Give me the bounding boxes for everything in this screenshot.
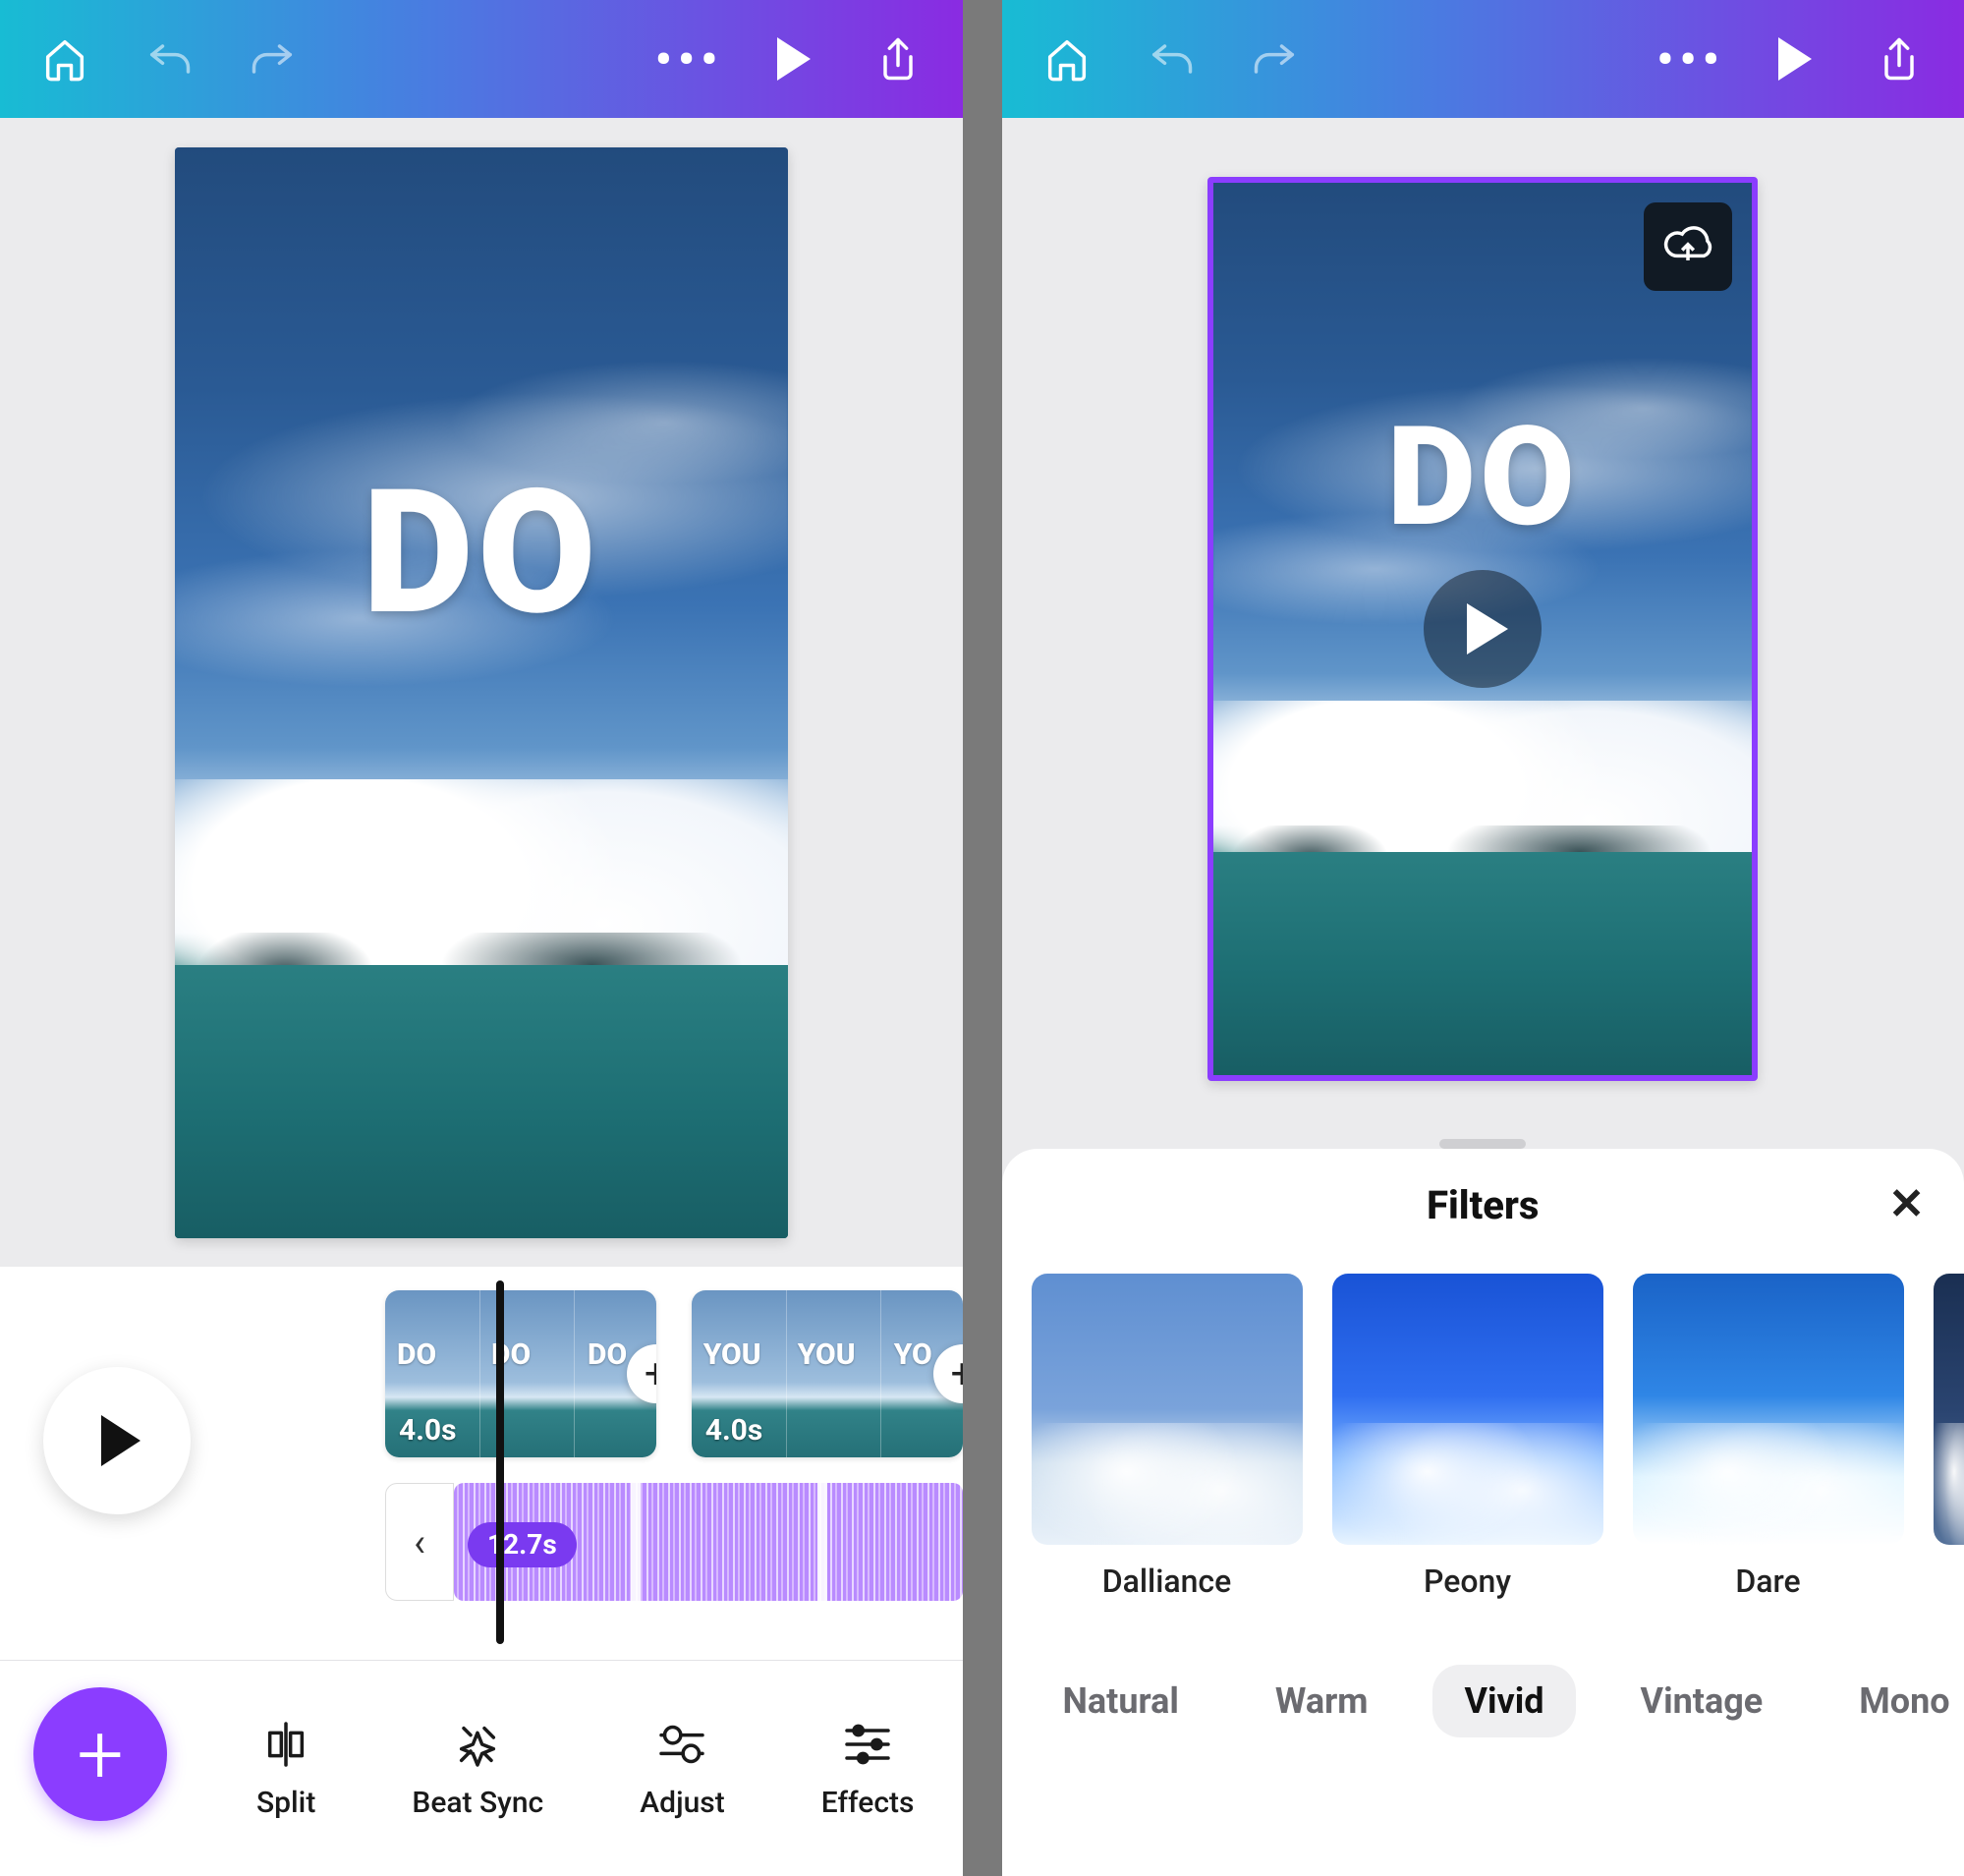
filter-swatch-row[interactable]: Dalliance Peony Dare — [1002, 1228, 1964, 1610]
beatsync-icon — [450, 1717, 505, 1772]
adjust-icon — [654, 1717, 709, 1772]
filter-category-row[interactable]: Natural Warm Vivid Vintage Mono — [1002, 1610, 1964, 1737]
audio-duration-pill: 12.7s — [468, 1522, 577, 1567]
home-icon[interactable] — [1038, 29, 1096, 88]
sheet-handle-area[interactable] — [1002, 1127, 1964, 1149]
filter-thumb — [1633, 1274, 1904, 1545]
category-natural[interactable]: Natural — [1032, 1665, 1210, 1737]
undo-icon[interactable] — [140, 29, 198, 88]
split-icon — [258, 1717, 313, 1772]
audio-track-row: ‹ 12.7s — [385, 1483, 963, 1601]
close-icon[interactable]: ✕ — [1888, 1178, 1925, 1229]
clips-row: DO DO DO 4.0s + YOU YOU YO 4.0s + — [385, 1290, 963, 1467]
filters-title: Filters — [1002, 1182, 1964, 1228]
clip-duration: 4.0s — [399, 1413, 457, 1448]
playhead[interactable] — [496, 1280, 504, 1644]
video-preview[interactable]: DO — [175, 147, 788, 1238]
category-vivid[interactable]: Vivid — [1432, 1665, 1575, 1737]
play-icon[interactable] — [764, 29, 823, 88]
preview-play-button[interactable] — [1424, 570, 1542, 688]
canvas-stage: DO — [0, 118, 963, 1267]
add-clip-button[interactable]: + — [627, 1344, 656, 1403]
filter-swatch-more[interactable] — [1934, 1274, 1964, 1600]
filter-thumb — [1934, 1274, 1964, 1545]
tool-beatsync[interactable]: Beat Sync — [412, 1717, 543, 1820]
timeline-play-button[interactable] — [43, 1367, 191, 1514]
category-warm[interactable]: Warm — [1244, 1665, 1400, 1737]
share-icon[interactable] — [1870, 29, 1929, 88]
more-icon[interactable]: ••• — [660, 29, 719, 88]
clip-duration: 4.0s — [705, 1413, 763, 1448]
video-preview-selected[interactable]: DO — [1207, 177, 1758, 1081]
timeline-panel: DO DO DO 4.0s + YOU YOU YO 4.0s + — [0, 1267, 963, 1876]
undo-icon[interactable] — [1142, 29, 1201, 88]
cloud-upload-icon[interactable] — [1644, 202, 1732, 291]
overlay-text: DO — [1213, 397, 1752, 558]
filter-swatch-peony[interactable]: Peony — [1332, 1274, 1603, 1600]
canvas-stage: DO — [1002, 118, 1964, 1127]
home-icon[interactable] — [35, 29, 94, 88]
effects-icon — [840, 1717, 895, 1772]
filter-swatch-dalliance[interactable]: Dalliance — [1032, 1274, 1303, 1600]
audio-track[interactable]: 12.7s — [454, 1483, 963, 1601]
filter-thumb — [1032, 1274, 1303, 1545]
category-mono[interactable]: Mono — [1827, 1665, 1964, 1737]
tool-adjust[interactable]: Adjust — [640, 1717, 724, 1820]
add-clip-button[interactable]: + — [933, 1344, 963, 1403]
audio-prev-button[interactable]: ‹ — [385, 1483, 454, 1601]
tool-split[interactable]: Split — [256, 1717, 315, 1820]
screenshot-divider — [963, 0, 1002, 1876]
bottom-toolbar: + Split Beat Sync Adjust — [0, 1660, 963, 1876]
editor-timeline-screen: ••• DO DO — [0, 0, 963, 1876]
add-fab[interactable]: + — [33, 1687, 167, 1821]
overlay-text: DO — [175, 452, 788, 654]
redo-icon[interactable] — [244, 29, 303, 88]
category-vintage[interactable]: Vintage — [1609, 1665, 1795, 1737]
filters-sheet: Filters ✕ Dalliance Peony Dare — [1002, 1149, 1964, 1876]
topbar: ••• — [0, 0, 963, 118]
topbar: ••• — [1002, 0, 1964, 118]
tool-effects[interactable]: Effects — [821, 1717, 915, 1820]
more-icon[interactable]: ••• — [1661, 29, 1720, 88]
filter-thumb — [1332, 1274, 1603, 1545]
redo-icon[interactable] — [1246, 29, 1305, 88]
clip-2[interactable]: YOU YOU YO 4.0s + — [692, 1290, 963, 1457]
editor-filters-screen: ••• DO Filters — [1002, 0, 1964, 1876]
clip-1[interactable]: DO DO DO 4.0s + — [385, 1290, 656, 1457]
share-icon[interactable] — [869, 29, 927, 88]
play-icon[interactable] — [1766, 29, 1824, 88]
filter-swatch-dare[interactable]: Dare — [1633, 1274, 1904, 1600]
